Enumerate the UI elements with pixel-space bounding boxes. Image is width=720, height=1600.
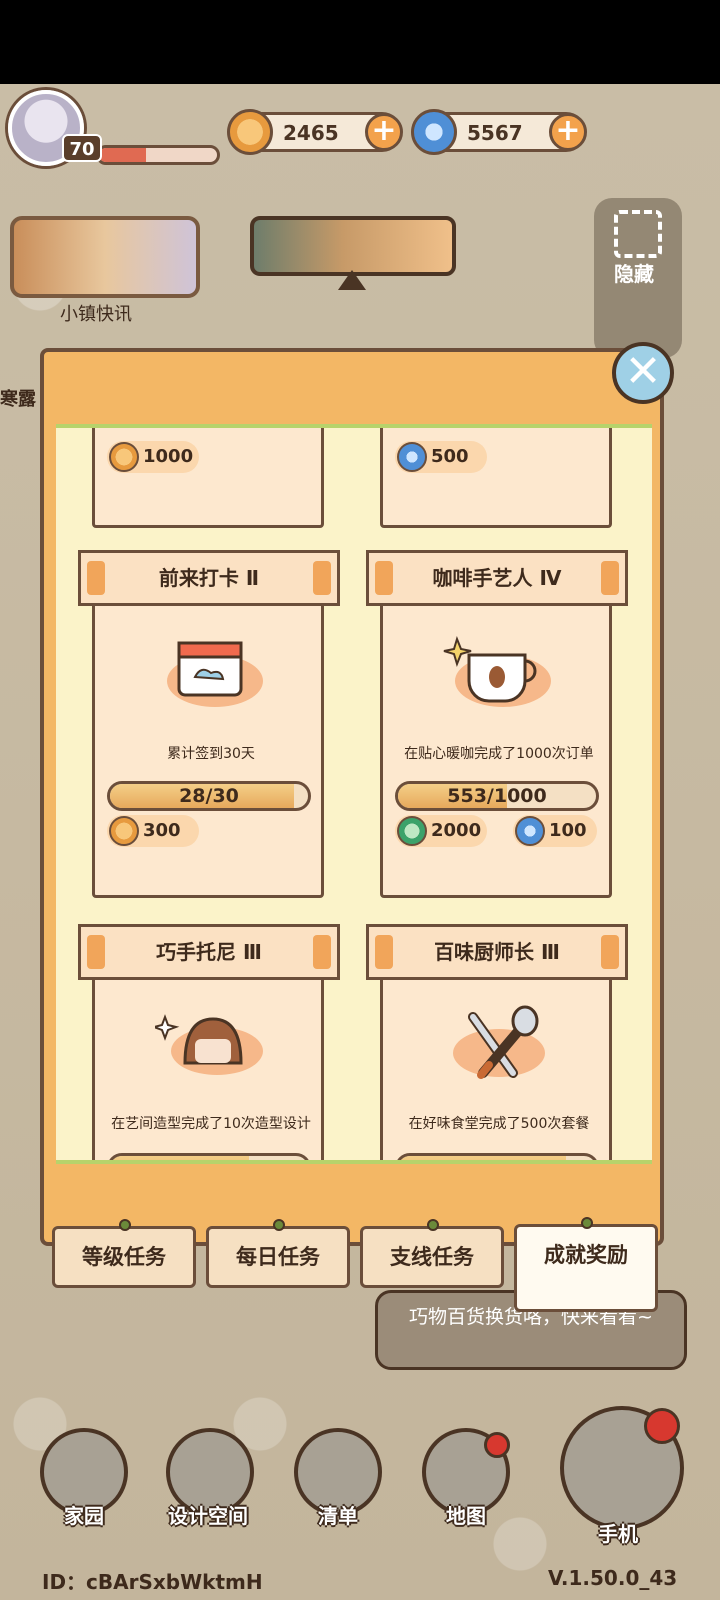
- reward-pill: 2000: [395, 815, 487, 847]
- map-notification-badge: [484, 1432, 510, 1458]
- coin-amount: 2465: [283, 121, 339, 145]
- achievement-card-coffee: 在贴心暖咖完成了1000次订单 553/1000 2000 100: [380, 598, 612, 898]
- reward-value: 2000: [431, 820, 482, 841]
- calendar-icon: [167, 641, 263, 707]
- level-badge: 70: [62, 134, 102, 162]
- achievement-desc: 累计签到30天: [167, 746, 255, 762]
- list-label: 清单: [318, 1504, 358, 1528]
- player-id: ID：cBArSxbWktmH: [42, 1570, 263, 1594]
- achievement-card-checkin: 累计签到30天 28/30 300: [92, 598, 324, 898]
- close-button[interactable]: ✕: [612, 342, 674, 404]
- status-bar: [0, 0, 720, 84]
- tab-daily-tasks[interactable]: 每日任务: [206, 1219, 350, 1288]
- achievement-desc: 在贴心暖咖完成了1000次订单: [404, 746, 594, 762]
- reward-pill: 1000: [107, 441, 199, 473]
- achievement-progress: 424/500: [395, 1153, 599, 1160]
- achievement-title: 前来打卡 Ⅱ: [78, 550, 340, 606]
- leaf-icon: [397, 816, 427, 846]
- tab-label: 每日任务: [236, 1245, 320, 1269]
- hide-ui-icon[interactable]: [614, 210, 662, 258]
- gem-icon: [515, 816, 545, 846]
- reward-pill: 300: [107, 815, 199, 847]
- tab-label: 成就奖励: [544, 1243, 628, 1267]
- achievement-desc: 在好味食堂完成了500次套餐: [408, 1116, 590, 1132]
- pin-icon: [273, 1219, 285, 1231]
- coffee-cup-icon: [443, 635, 551, 707]
- weather-arrow-icon: [338, 270, 366, 290]
- tab-label: 支线任务: [390, 1245, 474, 1269]
- reward-pill: 500: [395, 441, 487, 473]
- town-news-button[interactable]: [10, 216, 200, 298]
- hairstyle-icon: [155, 1014, 263, 1075]
- xp-bar: [96, 145, 220, 165]
- achievement-scroll-area[interactable]: 1000 500 累计签到30天 28/30 300 前来打卡 Ⅱ 在贴心暖咖完…: [56, 424, 652, 1164]
- tab-label: 等级任务: [82, 1245, 166, 1269]
- coin-icon: [227, 109, 273, 155]
- achievement-title: 百味厨师长 Ⅲ: [366, 924, 628, 980]
- home-label: 家园: [64, 1504, 104, 1528]
- achievement-card-chef: 在好味食堂完成了500次套餐 424/500: [380, 972, 612, 1160]
- design-space-label: 设计空间: [168, 1504, 248, 1528]
- hide-ui-label: 隐藏: [614, 262, 654, 286]
- progress-text: 424/500: [398, 1156, 596, 1160]
- progress-text: 7/10: [110, 1156, 308, 1160]
- achievement-progress: 28/30: [107, 781, 311, 811]
- gem-amount: 5567: [467, 121, 523, 145]
- achievement-card-stylist: 在艺间造型完成了10次造型设计 7/10: [92, 972, 324, 1160]
- reward-value: 300: [143, 820, 181, 841]
- phone-notification-badge: [644, 1408, 680, 1444]
- coin-icon: [109, 442, 139, 472]
- reward-pill: 100: [513, 815, 597, 847]
- achievement-card-partial-1: 1000: [92, 428, 324, 528]
- progress-text: 553/1000: [447, 785, 547, 807]
- add-gems-button[interactable]: +: [549, 113, 587, 151]
- progress-text: 28/30: [179, 785, 239, 807]
- fork-spoon-icon: [453, 1005, 545, 1079]
- coin-icon: [109, 816, 139, 846]
- solar-term-sign: 寒露: [0, 389, 36, 410]
- phone-label: 手机: [598, 1522, 638, 1546]
- town-news-label: 小镇快讯: [60, 304, 132, 325]
- add-coins-button[interactable]: +: [365, 113, 403, 151]
- achievement-title: 巧手托尼 Ⅲ: [78, 924, 340, 980]
- achievement-dialog: 1000 500 累计签到30天 28/30 300 前来打卡 Ⅱ 在贴心暖咖完…: [40, 348, 664, 1246]
- achievement-title: 咖啡手艺人 Ⅳ: [366, 550, 628, 606]
- achievement-desc: 在艺间造型完成了10次造型设计: [111, 1116, 311, 1132]
- gem-icon: [411, 109, 457, 155]
- xp-fill: [99, 148, 147, 162]
- tab-side-tasks[interactable]: 支线任务: [360, 1219, 504, 1288]
- reward-value: 1000: [143, 446, 194, 467]
- pin-icon: [427, 1219, 439, 1231]
- achievement-progress: 7/10: [107, 1153, 311, 1160]
- achievement-card-partial-2: 500: [380, 428, 612, 528]
- weather-panel[interactable]: [250, 216, 456, 276]
- version-label: V.1.50.0_43: [548, 1566, 678, 1590]
- gem-counter: 5567 +: [411, 109, 587, 155]
- tab-level-tasks[interactable]: 等级任务: [52, 1219, 196, 1288]
- achievement-progress: 553/1000: [395, 781, 599, 811]
- coin-counter: 2465 +: [227, 109, 403, 155]
- gem-icon: [397, 442, 427, 472]
- map-label: 地图: [446, 1504, 486, 1528]
- reward-value: 500: [431, 446, 469, 467]
- tab-achievement-rewards[interactable]: 成就奖励: [514, 1217, 658, 1312]
- pin-icon: [119, 1219, 131, 1231]
- reward-value: 100: [549, 820, 587, 841]
- pin-icon: [581, 1217, 593, 1229]
